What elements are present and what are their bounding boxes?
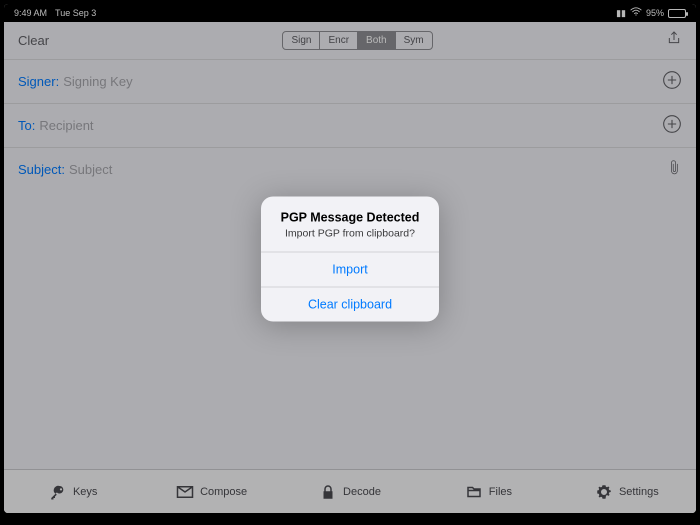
alert-message: Import PGP from clipboard? — [273, 227, 427, 239]
screen: 9:49 AM Tue Sep 3 ▮▮ 95% Clear Sign Encr… — [4, 4, 696, 513]
pgp-alert: PGP Message Detected Import PGP from cli… — [261, 196, 439, 321]
alert-title: PGP Message Detected — [273, 210, 427, 224]
device-frame: 9:49 AM Tue Sep 3 ▮▮ 95% Clear Sign Encr… — [0, 0, 700, 525]
alert-clear-clipboard-button[interactable]: Clear clipboard — [261, 286, 439, 321]
alert-import-button[interactable]: Import — [261, 251, 439, 286]
